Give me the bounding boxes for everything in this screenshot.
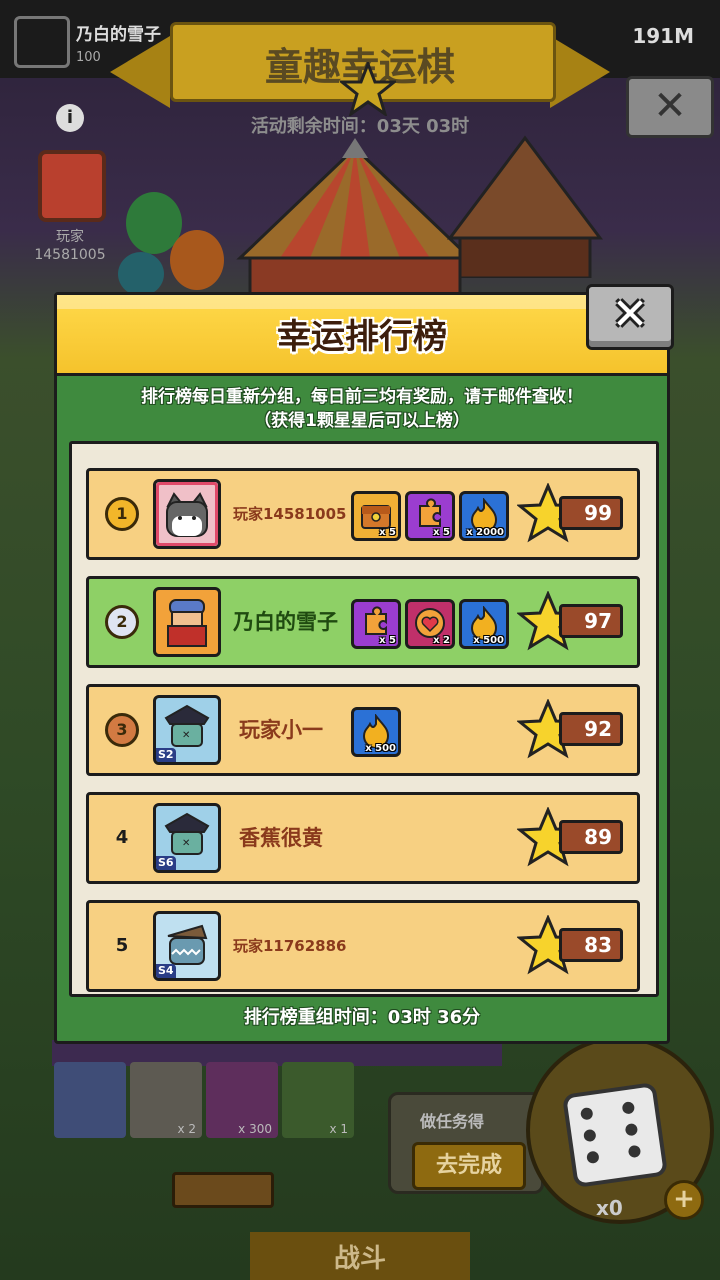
svg-text:✕: ✕ (182, 838, 190, 849)
modal-title: 幸运排行榜 (277, 317, 447, 357)
rank-gold-medal: 1 (105, 497, 139, 531)
player-name: 玩家小一 (239, 718, 323, 742)
modal-header: 幸运排行榜 (57, 295, 667, 376)
notice-line-1: 排行榜每日重新分组，每日前三均有奖励，请于邮件查收！ (141, 387, 583, 407)
player-name: 乃白的雪子 (233, 610, 338, 634)
player-name: 玩家11762886 (233, 937, 347, 955)
star-score: 89 (559, 820, 623, 854)
heart-reward-icon[interactable]: x 2 (405, 599, 455, 649)
chest-reward-icon[interactable]: x 5 (351, 491, 401, 541)
puzzle-reward-icon[interactable]: x 5 (405, 491, 455, 541)
season-badge: S6 (156, 856, 176, 870)
leaderboard-row[interactable]: 3 ✕ S2 玩家小一 x 500 92 (86, 684, 640, 776)
star-score: 83 (559, 928, 623, 962)
regroup-time: 排行榜重组时间：03时 36分 (243, 1007, 481, 1028)
avatar[interactable]: ✕ S6 (153, 803, 221, 873)
player-name: 香蕉很黄 (239, 826, 323, 850)
star-score: 97 (559, 604, 623, 638)
star-score: 99 (559, 496, 623, 530)
avatar[interactable]: S4 (153, 911, 221, 981)
lucky-leaderboard-modal: 幸运排行榜 排行榜每日重新分组，每日前三均有奖励，请于邮件查收！ （获得1颗星星… (54, 292, 670, 1044)
leaderboard-row-self[interactable]: 2 乃白的雪子 x 5 x 2 x 500 97 (86, 576, 640, 668)
season-badge: S2 (156, 748, 176, 762)
bandit-avatar-icon (167, 599, 207, 647)
season-badge: S4 (156, 964, 176, 978)
avatar[interactable] (153, 587, 221, 657)
leaderboard-notice: 排行榜每日重新分组，每日前三均有奖励，请于邮件查收！ （获得1颗星星后可以上榜） (57, 385, 667, 433)
rank-number: 5 (115, 935, 129, 956)
puzzle-reward-icon[interactable]: x 5 (351, 599, 401, 649)
fire-reward-icon[interactable]: x 500 (351, 707, 401, 757)
close-icon: ✕ (611, 289, 649, 340)
avatar[interactable] (153, 479, 221, 549)
cat-avatar-icon (166, 492, 208, 537)
rank-number: 4 (115, 827, 129, 848)
notice-line-2: （获得1颗星星后可以上榜） (254, 411, 470, 431)
fire-reward-icon[interactable]: x 2000 (459, 491, 509, 541)
rank-silver-medal: 2 (105, 605, 139, 639)
close-button[interactable]: ✕ (586, 284, 674, 350)
player-name: 玩家14581005 (233, 505, 347, 523)
leaderboard-list[interactable]: 1 玩家14581005 x 5 x 5 x 2000 99 2 乃白的雪子 x… (69, 441, 659, 997)
rank-bronze-medal: 3 (105, 713, 139, 747)
leaderboard-row[interactable]: 4 ✕ S6 香蕉很黄 89 (86, 792, 640, 884)
leaderboard-row[interactable]: 1 玩家14581005 x 5 x 5 x 2000 99 (86, 468, 640, 560)
star-score: 92 (559, 712, 623, 746)
leaderboard-row[interactable]: 5 S4 玩家11762886 83 (86, 900, 640, 992)
fire-reward-icon[interactable]: x 500 (459, 599, 509, 649)
svg-text:✕: ✕ (182, 730, 190, 741)
avatar[interactable]: ✕ S2 (153, 695, 221, 765)
